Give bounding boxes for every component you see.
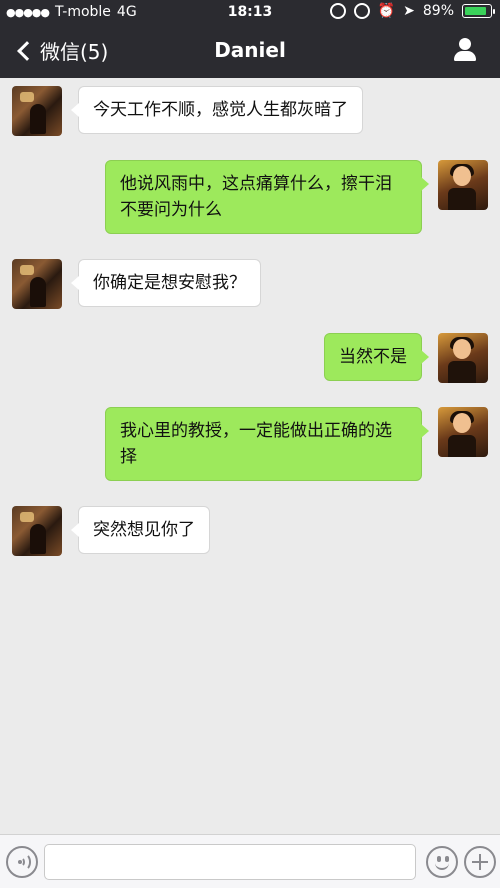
outgoing-message-bubble[interactable]: 当然不是 bbox=[324, 333, 429, 381]
composer-bar bbox=[0, 834, 500, 888]
message-row: 当然不是 bbox=[324, 333, 488, 383]
outgoing-message-bubble[interactable]: 我心里的教授，一定能做出正确的选择 bbox=[105, 407, 429, 481]
message-row: 你确定是想安慰我？ bbox=[12, 259, 261, 309]
person-icon-body bbox=[454, 51, 476, 61]
avatar-detail bbox=[30, 524, 46, 554]
person-icon bbox=[459, 38, 471, 50]
chat-title: Daniel bbox=[214, 38, 286, 62]
alarm-icon: ⏰ bbox=[377, 3, 396, 19]
profile-button[interactable] bbox=[452, 38, 478, 64]
plus-icon-bar bbox=[479, 854, 481, 870]
emoji-icon[interactable] bbox=[426, 846, 458, 878]
battery-icon bbox=[462, 4, 495, 18]
message-row: 我心里的教授，一定能做出正确的选择 bbox=[105, 407, 488, 481]
my-avatar[interactable] bbox=[438, 333, 488, 383]
voice-icon-wave bbox=[17, 853, 31, 871]
do-not-disturb-icon bbox=[353, 3, 370, 19]
outgoing-message-bubble[interactable]: 他说风雨中，这点痛算什么，擦干泪不要问为什么 bbox=[105, 160, 429, 234]
emoji-icon-mouth bbox=[435, 862, 449, 870]
location-icon: ➤ bbox=[403, 3, 415, 19]
incoming-message-bubble[interactable]: 今天工作不顺，感觉人生都灰暗了 bbox=[71, 86, 363, 134]
contact-avatar[interactable] bbox=[12, 259, 62, 309]
contact-avatar[interactable] bbox=[12, 506, 62, 556]
avatar-detail bbox=[448, 361, 476, 383]
avatar-detail bbox=[20, 265, 34, 275]
avatar-detail bbox=[20, 512, 34, 522]
nav-bar: 微信(5) Daniel bbox=[0, 26, 500, 78]
battery-fill bbox=[465, 7, 486, 15]
my-avatar[interactable] bbox=[438, 160, 488, 210]
incoming-message-bubble[interactable]: 你确定是想安慰我？ bbox=[71, 259, 261, 307]
avatar-detail bbox=[30, 277, 46, 307]
avatar-detail bbox=[448, 188, 476, 210]
avatar-detail bbox=[453, 339, 471, 359]
message-input[interactable] bbox=[44, 844, 416, 880]
message-row: 突然想见你了 bbox=[12, 506, 210, 556]
plus-icon[interactable] bbox=[464, 846, 496, 878]
message-row: 今天工作不顺，感觉人生都灰暗了 bbox=[12, 86, 363, 136]
avatar-detail bbox=[453, 413, 471, 433]
avatar-detail bbox=[20, 92, 34, 102]
message-row: 他说风雨中，这点痛算什么，擦干泪不要问为什么 bbox=[105, 160, 488, 234]
voice-icon[interactable] bbox=[6, 846, 38, 878]
avatar-detail bbox=[30, 104, 46, 134]
avatar-detail bbox=[453, 166, 471, 186]
rotation-lock-icon bbox=[329, 3, 346, 19]
top-bar: ●●●●● T-moble 4G 18:13 ⏰ ➤ 89% 微信(5) Dan… bbox=[0, 0, 500, 78]
avatar-detail bbox=[448, 435, 476, 457]
contact-avatar[interactable] bbox=[12, 86, 62, 136]
battery-percent: 89% bbox=[422, 3, 454, 19]
incoming-message-bubble[interactable]: 突然想见你了 bbox=[71, 506, 210, 554]
status-bar: ●●●●● T-moble 4G 18:13 ⏰ ➤ 89% bbox=[0, 0, 500, 26]
my-avatar[interactable] bbox=[438, 407, 488, 457]
status-right: ⏰ ➤ 89% bbox=[329, 3, 495, 19]
